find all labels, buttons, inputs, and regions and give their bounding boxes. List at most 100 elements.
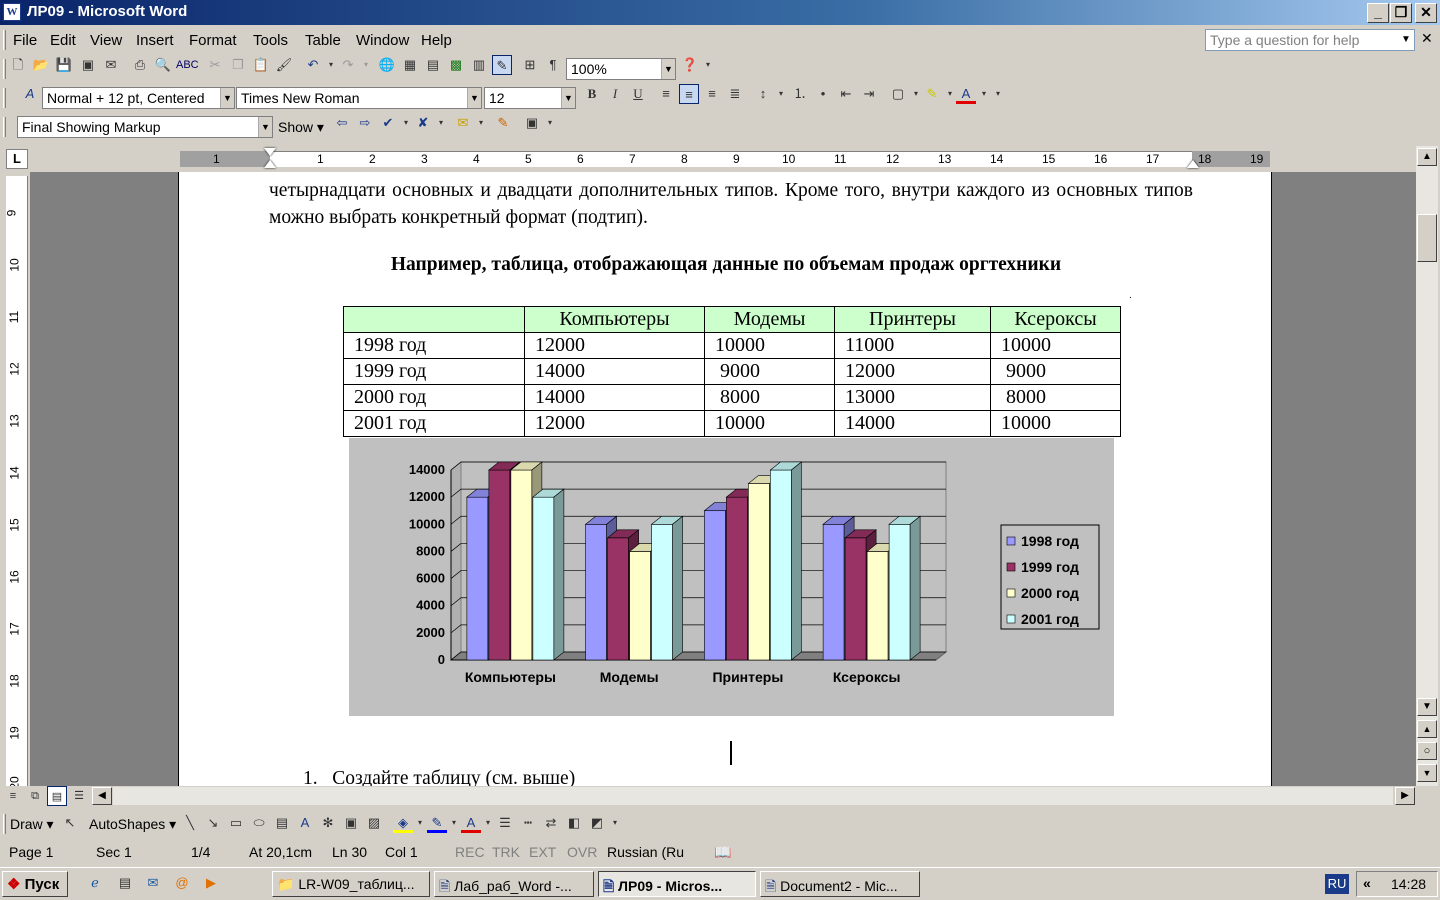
- arrow-icon[interactable]: ↘: [203, 813, 223, 833]
- format-painter-icon[interactable]: 🖌: [274, 55, 294, 75]
- select-browse-object-button[interactable]: ○: [1417, 742, 1437, 760]
- toolbar-grip[interactable]: [3, 59, 6, 79]
- align-left-icon[interactable]: ≡: [656, 84, 676, 104]
- table-cell[interactable]: 10000: [990, 332, 1121, 359]
- track-changes-icon[interactable]: ✎: [493, 113, 513, 133]
- menu-format[interactable]: Format: [189, 32, 237, 49]
- table-header-cell[interactable]: Ксероксы: [990, 306, 1121, 333]
- show-hidden-icons-button[interactable]: «: [1363, 875, 1371, 891]
- decrease-indent-icon[interactable]: ⇤: [836, 84, 856, 104]
- close-button[interactable]: ✕: [1415, 3, 1437, 23]
- table-cell[interactable]: 12000: [524, 332, 705, 359]
- spelling-icon[interactable]: ABC: [176, 55, 199, 75]
- table-cell[interactable]: 14000: [524, 384, 705, 411]
- table-cell[interactable]: 8000: [704, 384, 835, 411]
- table-cell[interactable]: 11000: [834, 332, 991, 359]
- menu-edit[interactable]: Edit: [50, 32, 76, 49]
- display-for-review-select[interactable]: Final Showing Markup ▼: [17, 116, 273, 138]
- bullets-icon[interactable]: •: [813, 84, 833, 104]
- clip-art-icon[interactable]: ▣: [341, 813, 361, 833]
- numbering-icon[interactable]: ⒈: [790, 84, 810, 104]
- arrow-style-icon[interactable]: ⇄: [541, 813, 561, 833]
- italic-button[interactable]: I: [605, 84, 625, 104]
- justify-icon[interactable]: ≣: [725, 84, 745, 104]
- menu-help[interactable]: Help: [421, 32, 452, 49]
- dash-style-icon[interactable]: ┅: [518, 813, 538, 833]
- zoom-select[interactable]: 100% ▼: [566, 58, 676, 80]
- show-hide-icon[interactable]: ¶: [543, 55, 563, 75]
- insert-table-icon[interactable]: ▤: [423, 55, 443, 75]
- cut-icon[interactable]: ✂: [205, 55, 225, 75]
- chevron-down-icon[interactable]: ▼: [561, 88, 575, 108]
- accept-change-icon[interactable]: ✔: [378, 113, 398, 133]
- text-box-icon[interactable]: ▤: [272, 813, 292, 833]
- notepad-icon[interactable]: ▤: [115, 873, 135, 893]
- menu-grip[interactable]: [3, 30, 6, 50]
- sales-chart[interactable]: 0 2000 4000 6000 8000 10000 12000 14000 Компьюте…: [349, 438, 1114, 716]
- help-search-input[interactable]: Type a question for help ▼: [1205, 29, 1415, 51]
- menu-insert[interactable]: Insert: [136, 32, 174, 49]
- close-document-icon[interactable]: ✕: [1421, 30, 1433, 47]
- table-title[interactable]: Например, таблица, отображающая данные п…: [179, 254, 1273, 276]
- style-select[interactable]: Normal + 12 pt, Centered ▼: [42, 87, 235, 109]
- task-button-document2[interactable]: 🗎 Document2 - Mic...: [760, 871, 920, 897]
- normal-view-icon[interactable]: ≡: [3, 786, 23, 806]
- media-player-icon[interactable]: ▶: [201, 873, 221, 893]
- table-cell[interactable]: 1998 год: [343, 332, 525, 359]
- reject-dropdown-icon[interactable]: ▾: [431, 113, 451, 133]
- toolbar-grip[interactable]: [3, 88, 6, 108]
- left-indent-marker[interactable]: [264, 160, 276, 168]
- chevron-down-icon[interactable]: ▼: [220, 88, 234, 108]
- status-ext[interactable]: EXT: [529, 844, 556, 860]
- reviewing-pane-icon[interactable]: ▣: [522, 113, 542, 133]
- document-area[interactable]: четырнадцати основных и двадцати дополни…: [30, 172, 1416, 786]
- hyperlink-icon[interactable]: 🌐: [377, 55, 397, 75]
- rectangle-icon[interactable]: ▭: [226, 813, 246, 833]
- bold-button[interactable]: B: [582, 84, 602, 104]
- table-cell[interactable]: 12000: [524, 410, 705, 437]
- tab-selector-button[interactable]: L: [6, 149, 28, 169]
- outline-view-icon[interactable]: ☰: [69, 786, 89, 806]
- next-change-icon[interactable]: ⇨: [355, 113, 375, 133]
- first-line-indent-marker[interactable]: [264, 148, 276, 156]
- status-rec[interactable]: REC: [455, 844, 485, 860]
- draw-menu-button[interactable]: Draw ▾: [10, 816, 54, 833]
- undo-icon[interactable]: ↶: [303, 55, 323, 75]
- scroll-thumb[interactable]: [1417, 214, 1437, 262]
- email-at-icon[interactable]: @: [172, 873, 192, 893]
- table-cell[interactable]: 8000: [990, 384, 1121, 411]
- comment-dropdown-icon[interactable]: ▾: [471, 113, 491, 133]
- menu-table[interactable]: Table: [305, 32, 341, 49]
- table-header-cell[interactable]: [343, 306, 525, 333]
- menu-window[interactable]: Window: [356, 32, 409, 49]
- line-spacing-icon[interactable]: ↕: [753, 84, 773, 104]
- help-icon[interactable]: ❓: [680, 55, 700, 75]
- internet-explorer-icon[interactable]: ℯ: [85, 873, 105, 893]
- task-button-lr09[interactable]: 🗎 ЛР09 - Micros...: [598, 871, 756, 897]
- print-layout-icon[interactable]: ▤: [47, 786, 67, 806]
- drawing-icon[interactable]: ✎: [492, 55, 512, 75]
- table-cell[interactable]: 10000: [704, 332, 835, 359]
- styles-formatting-icon[interactable]: A: [20, 84, 40, 104]
- new-document-icon[interactable]: 🗋: [8, 55, 28, 75]
- table-cell[interactable]: 14000: [834, 410, 991, 437]
- status-ovr[interactable]: OVR: [567, 844, 597, 860]
- copy-icon[interactable]: ❐: [228, 55, 248, 75]
- horizontal-scroll-track[interactable]: [113, 787, 1393, 805]
- table-cell[interactable]: 10000: [990, 410, 1121, 437]
- menu-view[interactable]: View: [90, 32, 122, 49]
- insert-comment-icon[interactable]: ✉: [453, 113, 473, 133]
- wordart-icon[interactable]: A: [295, 813, 315, 833]
- borders-icon[interactable]: ▢: [888, 84, 908, 104]
- vertical-ruler[interactable]: 9 10 11 12 13 14 15 16 17 18 19 20: [4, 176, 28, 790]
- save-icon[interactable]: 💾: [54, 55, 74, 75]
- clock[interactable]: 14:28: [1391, 876, 1426, 892]
- print-preview-icon[interactable]: 🔍: [153, 55, 173, 75]
- document-map-icon[interactable]: ⊞: [520, 55, 540, 75]
- line-icon[interactable]: ╲: [180, 813, 200, 833]
- toolbar-options-icon[interactable]: ▾: [698, 55, 718, 75]
- table-cell[interactable]: 9000: [704, 358, 835, 385]
- right-indent-marker[interactable]: [1187, 160, 1199, 168]
- picture-icon[interactable]: ▨: [364, 813, 384, 833]
- paste-icon[interactable]: 📋: [251, 55, 271, 75]
